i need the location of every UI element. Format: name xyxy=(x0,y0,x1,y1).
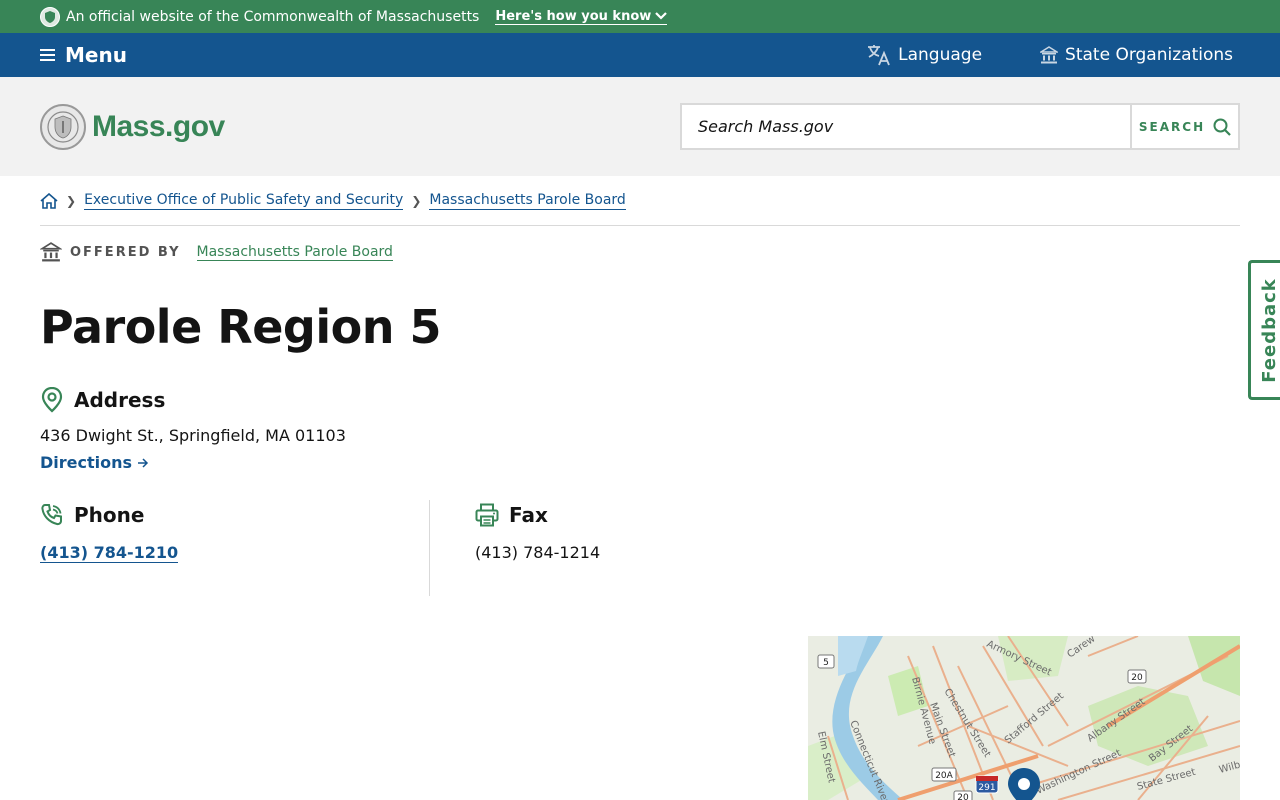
chevron-right-icon: ❯ xyxy=(411,193,422,208)
how-you-know-toggle[interactable]: Here's how you know xyxy=(495,8,668,25)
offered-by-label: OFFERED BY xyxy=(70,244,181,260)
fax-icon xyxy=(475,503,499,527)
phone-icon xyxy=(41,504,62,526)
mass-gov-logo[interactable]: Mass.gov xyxy=(40,103,225,150)
building-icon xyxy=(40,242,62,262)
how-you-know-label: Here's how you know xyxy=(495,8,652,24)
search-form: SEARCH xyxy=(680,103,1240,150)
fax-heading: Fax xyxy=(509,503,548,527)
chevron-down-icon xyxy=(655,12,668,20)
search-button[interactable]: SEARCH xyxy=(1130,105,1238,148)
breadcrumb-link[interactable]: Massachusetts Parole Board xyxy=(429,192,626,210)
search-icon xyxy=(1213,118,1231,136)
feedback-tab[interactable]: Feedback xyxy=(1248,260,1280,400)
home-icon[interactable] xyxy=(40,192,58,209)
phone-heading: Phone xyxy=(74,503,145,527)
breadcrumb-link[interactable]: Executive Office of Public Safety and Se… xyxy=(84,192,404,210)
hamburger-icon xyxy=(40,49,55,61)
location-map[interactable]: Armory Street Carew Birnie Avenue Main S… xyxy=(808,636,1240,800)
fax-number: (413) 784-1214 xyxy=(475,543,601,562)
address-line: 436 Dwight St., Springfield, MA 01103 xyxy=(40,426,346,445)
state-seal-icon xyxy=(40,103,86,150)
menu-label: Menu xyxy=(65,43,127,67)
route-shield-label: 291 xyxy=(978,783,995,793)
site-header: Mass.gov SEARCH xyxy=(0,77,1280,176)
route-shield-label: 20A xyxy=(935,771,953,781)
route-shield-label: 20 xyxy=(1131,673,1143,683)
address-heading: Address xyxy=(74,388,166,412)
offered-by-org-link[interactable]: Massachusetts Parole Board xyxy=(196,244,393,261)
phone-section: Phone (413) 784-1210 xyxy=(40,500,430,596)
state-organizations-label: State Organizations xyxy=(1065,45,1233,65)
search-input[interactable] xyxy=(682,105,1130,148)
language-label: Language xyxy=(898,45,983,65)
official-banner: An official website of the Commonwealth … xyxy=(0,0,1280,33)
directions-link[interactable]: Directions xyxy=(40,453,149,472)
translate-icon xyxy=(868,45,890,66)
fax-section: Fax (413) 784-1214 xyxy=(430,500,600,596)
utility-nav: Menu Language State Organizations xyxy=(0,33,1280,77)
chevron-right-icon: ❯ xyxy=(66,193,77,208)
address-section: Address 436 Dwight St., Springfield, MA … xyxy=(40,387,346,472)
phone-number-link[interactable]: (413) 784-1210 xyxy=(40,543,179,563)
directions-label: Directions xyxy=(40,453,133,472)
language-button[interactable]: Language xyxy=(867,44,982,66)
location-pin-icon xyxy=(41,387,63,413)
route-shield-label: 20 xyxy=(957,793,969,800)
building-icon xyxy=(1040,46,1059,64)
offered-by: OFFERED BY Massachusetts Parole Board xyxy=(40,240,1240,264)
arrow-right-icon xyxy=(138,457,149,468)
breadcrumb: ❯ Executive Office of Public Safety and … xyxy=(40,176,1240,226)
contact-row: Phone (413) 784-1210 Fax (413) 784-1214 xyxy=(40,500,1240,596)
feedback-label: Feedback xyxy=(1259,277,1280,383)
route-shield-label: 5 xyxy=(823,658,829,668)
state-organizations-button[interactable]: State Organizations xyxy=(1040,45,1233,65)
map-marker-icon[interactable] xyxy=(1008,768,1040,800)
menu-button[interactable]: Menu xyxy=(40,43,127,67)
search-button-label: SEARCH xyxy=(1138,119,1206,134)
logo-text: Mass.gov xyxy=(92,109,225,143)
page-title: Parole Region 5 xyxy=(40,300,441,354)
official-banner-text: An official website of the Commonwealth … xyxy=(66,8,480,25)
shield-icon xyxy=(40,6,60,27)
